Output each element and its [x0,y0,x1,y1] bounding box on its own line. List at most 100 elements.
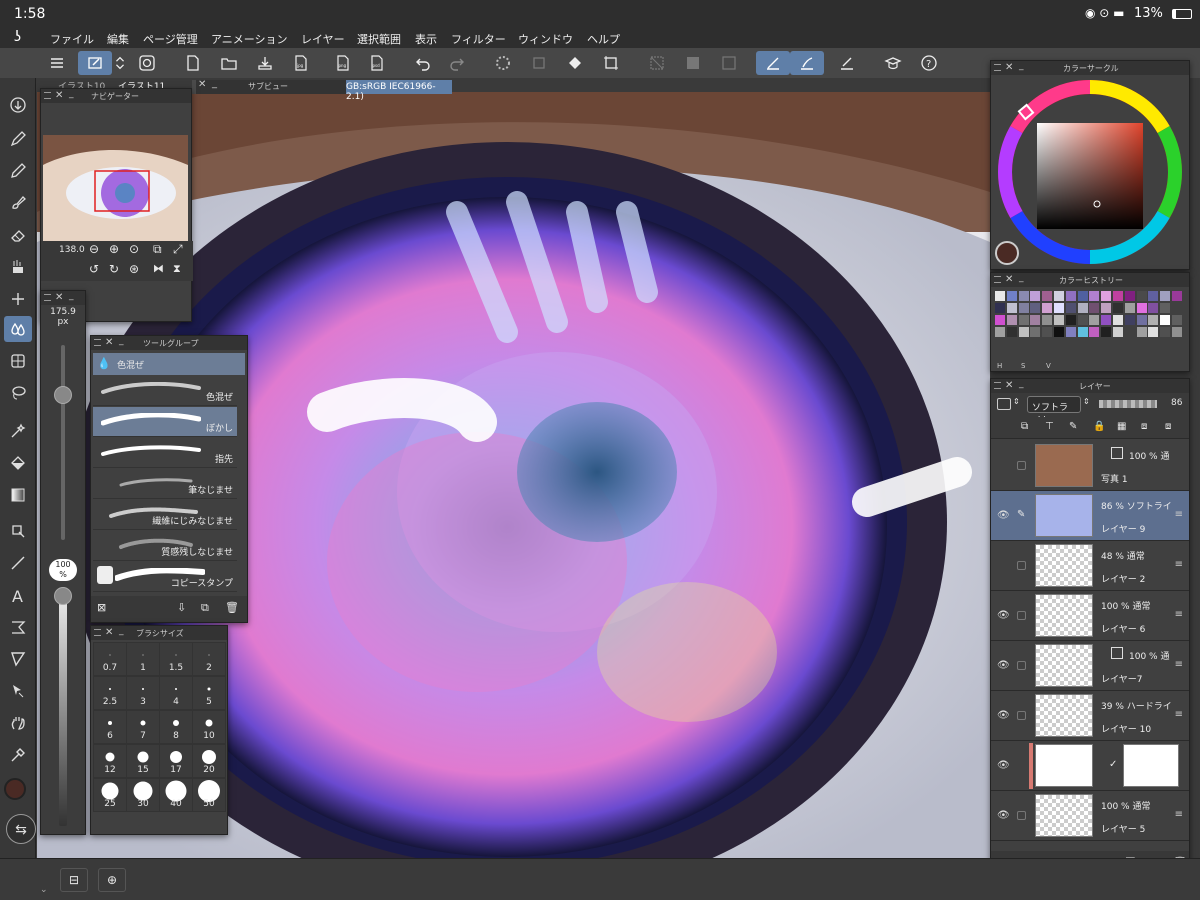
close-icon[interactable]: ✕ [105,627,113,638]
tool-group-header[interactable]: 💧 色混ぜ [93,353,245,375]
brush-item[interactable]: 筆なじませ [93,469,237,499]
color-swatch[interactable] [1065,303,1076,313]
layer-row-selected[interactable]: 👁 ✎ 86 % ソフトライ レイヤー 9 ≡ [991,491,1189,541]
invert-selection-icon[interactable] [680,51,706,75]
balloon-tool-icon[interactable] [4,614,32,640]
menu-filter[interactable]: フィルター [451,31,506,47]
eye-icon[interactable]: 👁 [997,760,1010,771]
layer-row[interactable]: 48 % 通常 レイヤー 2 ≡ [991,541,1189,591]
eye-icon[interactable]: 👁 [997,510,1010,521]
ruler-show-icon[interactable]: ⧈ [1165,421,1171,432]
fill-icon[interactable] [562,51,588,75]
color-swatch[interactable] [1101,303,1112,313]
menu-help[interactable]: ヘルプ [587,31,620,47]
brush-size-cell[interactable]: 2.5 [93,676,127,710]
minimize-icon[interactable]: _ [119,336,124,346]
layer-row[interactable]: 👁 ✓ [991,741,1189,791]
color-swatch[interactable] [1065,315,1076,325]
grid-snap-icon[interactable] [834,51,860,75]
layer-opacity-slider[interactable] [1099,400,1157,408]
color-swatch[interactable] [1042,315,1053,325]
zoom-in-icon[interactable]: ⊕ [109,242,119,256]
color-swatch[interactable] [1006,315,1017,325]
color-swatch[interactable] [1160,327,1171,337]
close-icon[interactable]: ✕ [1005,380,1013,391]
layer-menu-icon[interactable]: ≡ [1175,509,1183,520]
color-swatch[interactable] [995,291,1005,301]
color-swatch[interactable] [995,315,1005,325]
brush-size-cell[interactable]: 50 [192,778,226,812]
brush-size-cell[interactable]: 1.5 [159,642,193,676]
layer-select-checkbox[interactable] [1017,661,1026,670]
layer-row[interactable]: 👁 100 % 通常 レイヤー 5 ≡ [991,791,1189,841]
color-swatch[interactable] [1160,315,1171,325]
brush-item[interactable]: コピースタンプ [93,562,237,592]
frame-tool-icon[interactable] [4,646,32,672]
layer-menu-icon[interactable]: ≡ [1175,709,1183,720]
duplicate-icon[interactable]: ⧉ [201,601,209,615]
minimize-icon[interactable]: _ [119,626,124,636]
menu-edit[interactable]: 編集 [107,31,129,47]
color-wheel[interactable] [995,77,1185,267]
flip-vertical-icon[interactable]: ⧗ [173,262,181,276]
layer-menu-icon[interactable]: ≡ [1175,659,1183,670]
minimize-icon[interactable]: _ [69,89,74,99]
decoration-tool-icon[interactable] [4,254,32,280]
color-swatch[interactable] [995,327,1005,337]
mask-link-icon[interactable]: ✓ [1109,759,1117,770]
help-icon[interactable]: ? [916,51,942,75]
color-swatch[interactable] [1089,303,1100,313]
eyedropper-tool-icon[interactable] [4,742,32,768]
color-swatch[interactable] [1077,303,1088,313]
new-file-icon[interactable] [180,51,206,75]
export-psd-icon[interactable]: psd [364,51,390,75]
brush-size-cell[interactable]: 40 [159,778,193,812]
color-swatch[interactable] [1101,315,1112,325]
color-swatch[interactable] [1160,303,1171,313]
brush-size-cell[interactable]: 0.7 [93,642,127,676]
layer-menu-icon[interactable]: ≡ [1175,609,1183,620]
layer-row[interactable]: 👁 39 % ハードライ レイヤー 10 ≡ [991,691,1189,741]
color-swatch[interactable] [1136,303,1147,313]
zoom-out-icon[interactable]: ⊖ [89,242,99,256]
special-ruler-snap-icon[interactable] [790,51,824,75]
color-swatch[interactable] [1030,291,1041,301]
menu-window[interactable]: ウィンドウ [518,31,573,47]
drag-handle-icon[interactable] [994,64,1001,71]
color-swatch[interactable] [1148,303,1159,313]
color-swatch[interactable] [1054,315,1064,325]
layer-row[interactable]: 100 % 通 写真 1 [991,441,1189,491]
color-swatch[interactable] [1148,315,1159,325]
color-swatch[interactable] [1124,327,1135,337]
drag-handle-icon[interactable] [994,382,1001,389]
undo-icon[interactable] [410,51,436,75]
fit-canvas-icon[interactable]: ⊕ [98,868,126,892]
minimize-icon[interactable]: _ [1019,273,1024,283]
rotate-right-icon[interactable]: ↻ [109,262,119,276]
brush-size-cell[interactable]: 1 [126,642,160,676]
color-swatch[interactable] [1136,327,1147,337]
learn-icon[interactable] [880,51,906,75]
lock-icon[interactable]: 🔒 [1093,421,1105,432]
hsv-label-h[interactable]: H [997,362,1002,370]
color-swatch[interactable] [1113,315,1123,325]
color-swatch[interactable] [1113,327,1123,337]
menu-selection[interactable]: 選択範囲 [357,31,401,47]
brush-size-thumb[interactable] [54,386,72,404]
layer-select-checkbox[interactable] [1017,711,1026,720]
import-icon[interactable]: ⇩ [177,601,186,614]
hand-tool-icon[interactable] [4,710,32,736]
color-swatch[interactable] [1113,291,1123,301]
companion-icon[interactable] [134,51,160,75]
brush-size-cell[interactable]: 2 [192,642,226,676]
menu-view[interactable]: 表示 [415,31,437,47]
color-swatch[interactable] [1077,315,1088,325]
brush-size-cell[interactable]: 30 [126,778,160,812]
save-icon[interactable] [252,51,278,75]
drag-handle-icon[interactable] [94,339,101,346]
color-swatch[interactable] [1124,291,1135,301]
redo-icon[interactable] [444,51,470,75]
brush-size-track[interactable] [61,345,65,540]
color-swatch[interactable] [1065,291,1076,301]
color-swatch[interactable] [1148,291,1159,301]
